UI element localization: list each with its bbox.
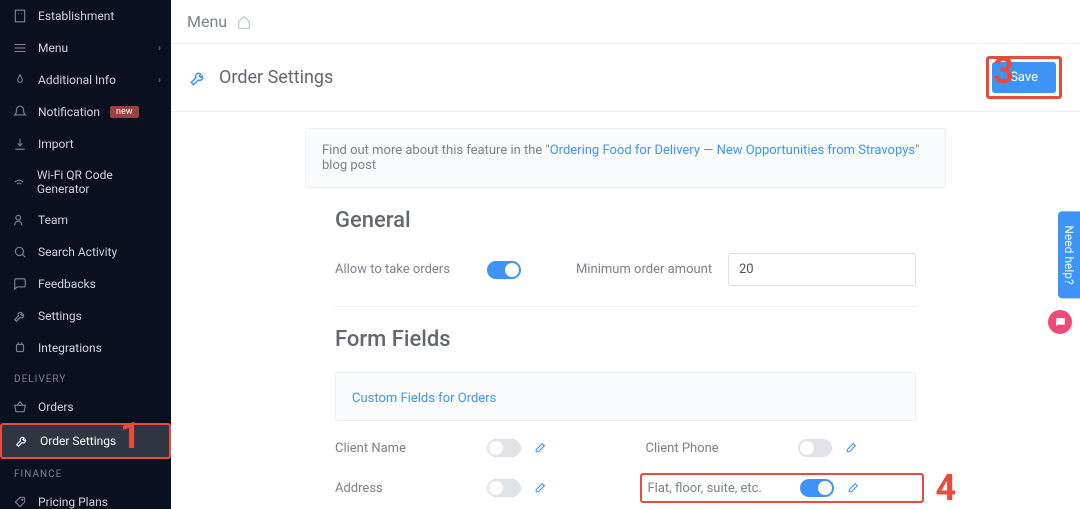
client-name-toggle[interactable] bbox=[487, 439, 521, 457]
download-icon bbox=[12, 136, 28, 152]
custom-fields-box: Custom Fields for Orders bbox=[335, 372, 916, 421]
annotation-4: 4 bbox=[935, 467, 956, 509]
sidebar-label: Import bbox=[38, 137, 74, 151]
main-content: Menu Order Settings 3 Save Find out more… bbox=[171, 0, 1080, 509]
sidebar-label: Feedbacks bbox=[38, 277, 96, 291]
divider bbox=[335, 306, 916, 307]
sidebar-item-import[interactable]: Import bbox=[0, 128, 171, 160]
sidebar-label: Notification bbox=[38, 105, 100, 119]
topbar: Menu bbox=[171, 0, 1080, 44]
sidebar-item-menu[interactable]: Menu › bbox=[0, 32, 171, 64]
sidebar-label: Settings bbox=[38, 309, 82, 323]
sidebar-label: Menu bbox=[38, 41, 68, 55]
annotation-1: 1 bbox=[120, 415, 141, 457]
info-box: Find out more about this feature in the … bbox=[305, 128, 946, 188]
chevron-right-icon: › bbox=[158, 75, 161, 86]
feedback-icon bbox=[12, 276, 28, 292]
allow-orders-row: Allow to take orders bbox=[335, 261, 536, 279]
info-prefix: Find out more about this feature in the … bbox=[322, 143, 550, 158]
new-badge: new bbox=[110, 106, 139, 118]
sidebar-item-additional-info[interactable]: Additional Info › bbox=[0, 64, 171, 96]
annotation-3: 3 bbox=[993, 50, 1014, 92]
info-link[interactable]: Ordering Food for Delivery — New Opportu… bbox=[550, 143, 915, 158]
section-title-form-fields: Form Fields bbox=[335, 327, 1056, 352]
sidebar-item-search-activity[interactable]: Search Activity bbox=[0, 236, 171, 268]
page-header: Order Settings 3 Save bbox=[171, 44, 1080, 112]
users-icon bbox=[12, 212, 28, 228]
sidebar-item-establishment[interactable]: Establishment bbox=[0, 0, 171, 32]
sidebar: Establishment Menu › Additional Info › N… bbox=[0, 0, 171, 509]
address-label: Address bbox=[335, 481, 475, 496]
sidebar-item-team[interactable]: Team bbox=[0, 204, 171, 236]
section-title-general: General bbox=[335, 208, 1056, 233]
sidebar-label: Wi-Fi QR Code Generator bbox=[37, 168, 159, 196]
sidebar-item-integrations[interactable]: Integrations bbox=[0, 332, 171, 364]
sidebar-item-settings[interactable]: Settings bbox=[0, 300, 171, 332]
search-activity-icon bbox=[12, 244, 28, 260]
wrench-icon bbox=[189, 69, 207, 87]
wrench-icon bbox=[12, 308, 28, 324]
edit-icon[interactable] bbox=[846, 482, 859, 495]
flat-label: Flat, floor, suite, etc. bbox=[648, 481, 788, 496]
sidebar-item-orders[interactable]: Orders bbox=[0, 391, 171, 423]
sidebar-label: Order Settings bbox=[40, 434, 116, 448]
address-toggle[interactable] bbox=[487, 479, 521, 497]
client-name-label: Client Name bbox=[335, 441, 475, 456]
flat-toggle[interactable] bbox=[800, 479, 834, 497]
plug-icon bbox=[12, 340, 28, 356]
sidebar-item-notification[interactable]: Notification new bbox=[0, 96, 171, 128]
sidebar-item-wifi-qr[interactable]: Wi-Fi QR Code Generator bbox=[0, 160, 171, 204]
sidebar-item-feedbacks[interactable]: Feedbacks bbox=[0, 268, 171, 300]
breadcrumb: Menu bbox=[187, 12, 227, 31]
help-tab[interactable]: Need help? bbox=[1058, 211, 1080, 298]
wrench-icon bbox=[14, 433, 30, 449]
allow-orders-toggle[interactable] bbox=[487, 261, 521, 279]
sidebar-item-pricing-plans[interactable]: Pricing Plans bbox=[0, 486, 171, 509]
basket-icon bbox=[12, 399, 28, 415]
flat-field-highlight: Flat, floor, suite, etc. bbox=[640, 473, 925, 503]
bell-icon bbox=[12, 104, 28, 120]
tag-icon bbox=[12, 494, 28, 509]
min-amount-label: Minimum order amount bbox=[576, 262, 716, 277]
home-icon[interactable] bbox=[237, 15, 251, 29]
content-area: Find out more about this feature in the … bbox=[171, 112, 1080, 509]
sidebar-label: Team bbox=[38, 213, 68, 227]
client-phone-toggle[interactable] bbox=[798, 439, 832, 457]
chevron-right-icon: › bbox=[158, 43, 161, 54]
chat-bubble-icon[interactable] bbox=[1048, 310, 1072, 334]
flame-icon bbox=[12, 72, 28, 88]
min-amount-row: Minimum order amount bbox=[576, 253, 916, 286]
wifi-icon bbox=[12, 174, 27, 190]
sidebar-label: Additional Info bbox=[38, 73, 116, 87]
min-amount-input[interactable] bbox=[728, 253, 916, 286]
page-title: Order Settings bbox=[219, 67, 974, 88]
sidebar-item-order-settings[interactable]: Order Settings bbox=[0, 423, 171, 459]
edit-icon[interactable] bbox=[533, 482, 546, 495]
sidebar-section-delivery: DELIVERY bbox=[0, 364, 171, 391]
building-icon bbox=[12, 8, 28, 24]
edit-icon[interactable] bbox=[533, 442, 546, 455]
sidebar-section-finance: FINANCE bbox=[0, 459, 171, 486]
edit-icon[interactable] bbox=[844, 442, 857, 455]
sidebar-label: Search Activity bbox=[38, 245, 117, 259]
menu-icon bbox=[12, 40, 28, 56]
sidebar-label: Pricing Plans bbox=[38, 495, 108, 509]
sidebar-label: Establishment bbox=[38, 9, 114, 23]
custom-fields-link[interactable]: Custom Fields for Orders bbox=[352, 391, 496, 406]
client-phone-label: Client Phone bbox=[646, 441, 786, 456]
sidebar-label: Integrations bbox=[38, 341, 102, 355]
sidebar-label: Orders bbox=[38, 400, 74, 414]
allow-orders-label: Allow to take orders bbox=[335, 262, 475, 277]
